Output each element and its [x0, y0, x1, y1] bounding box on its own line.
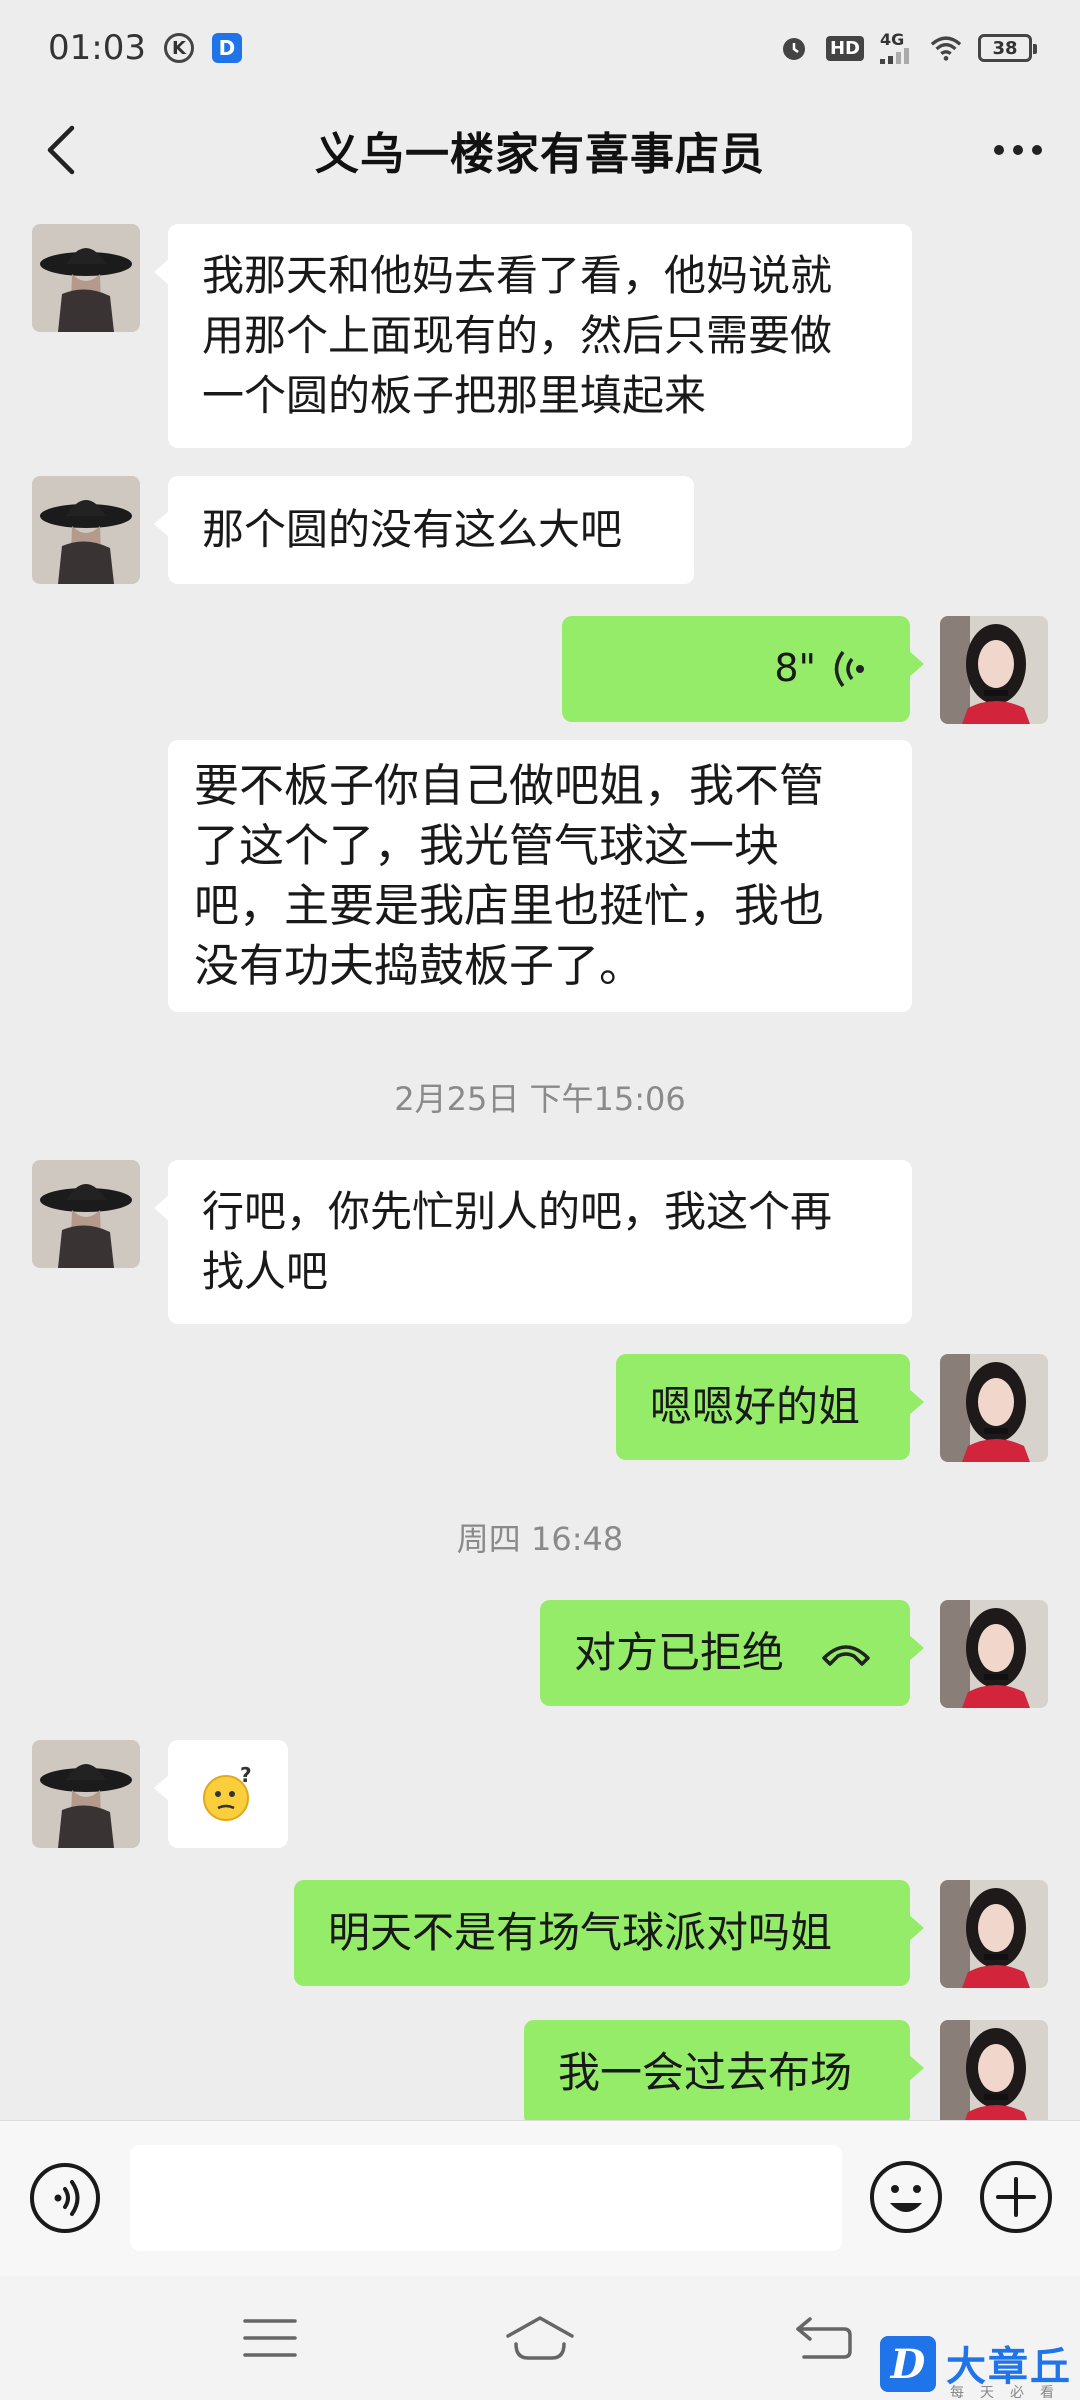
voice-duration: 8" [774, 646, 816, 690]
battery-icon: 38 [978, 34, 1037, 62]
emoji-button[interactable] [868, 2159, 944, 2235]
voice-input-button[interactable] [28, 2161, 102, 2235]
status-left: 01:03 K D [48, 28, 242, 68]
message-bubble-outgoing[interactable]: 我一会过去布场 [524, 2020, 924, 2120]
message-text: 明天不是有场气球派对吗姐 [328, 1908, 833, 1957]
message-text: 嗯嗯好的姐 [650, 1382, 861, 1431]
my-avatar-image [940, 1880, 1048, 1988]
more-dots-icon [994, 145, 1042, 155]
call-record-bubble[interactable]: 对方已拒绝 [540, 1600, 924, 1706]
message-text: 我一会过去布场 [558, 2048, 853, 2097]
k-app-icon: K [163, 33, 194, 63]
more-button[interactable] [986, 118, 1050, 182]
message-text: 那个圆的没有这么大吧 [202, 505, 623, 554]
contact-avatar-image [32, 1740, 140, 1848]
voice-message-bubble[interactable]: 8" [562, 616, 924, 722]
message-bubble-incoming[interactable]: 行吧，你先忙别人的吧，我这个再 找人吧 [154, 1160, 912, 1324]
contact-avatar[interactable] [32, 476, 140, 584]
d-app-icon: D [211, 33, 242, 63]
message-bubble-incoming[interactable]: 要不板子你自己做吧姐，我不管 了这个了，我光管气球这一块 吧，主要是我店里也挺忙… [168, 740, 912, 1012]
return-icon [796, 2317, 852, 2359]
more-actions-button[interactable] [978, 2159, 1054, 2235]
thinking-emoji-icon: ? [203, 1766, 252, 1821]
smiley-icon [870, 2161, 942, 2233]
svg-text:?: ? [240, 1766, 252, 1787]
watermark-tagline: 每天必看 [950, 2385, 1070, 2400]
home-icon [506, 2316, 574, 2360]
my-avatar[interactable] [940, 2020, 1048, 2120]
contact-avatar-image [32, 1160, 140, 1268]
chevron-left-icon [47, 125, 75, 175]
my-avatar[interactable] [940, 1880, 1048, 1988]
message-input[interactable] [130, 2145, 842, 2251]
contact-avatar[interactable] [32, 1740, 140, 1848]
message-bubble-outgoing[interactable]: 嗯嗯好的姐 [616, 1354, 924, 1460]
message-list[interactable]: 我那天和他妈去看了看，他妈说就 用那个上面现有的，然后只需要做 一个圆的板子把那… [0, 204, 1080, 2120]
contact-avatar[interactable] [32, 1160, 140, 1268]
watermark-logo: D 大章丘 每天必看 [876, 2332, 1080, 2400]
chat-title: 义乌一楼家有喜事店员 [315, 129, 765, 180]
title-bar: 义乌一楼家有喜事店员 [0, 96, 1080, 204]
my-avatar-image [940, 616, 1048, 724]
signal-icon: 4G [880, 32, 914, 64]
message-text: 我那天和他妈去看了看，他妈说就 用那个上面现有的，然后只需要做 一个圆的板子把那… [202, 251, 833, 420]
alarm-icon [778, 32, 810, 64]
my-avatar-image [940, 2020, 1048, 2120]
watermark-d-logo: D [880, 2336, 936, 2392]
message-text: 行吧，你先忙别人的吧，我这个再 找人吧 [202, 1187, 833, 1296]
status-time: 01:03 [48, 28, 146, 68]
back-nav-button[interactable] [784, 2306, 864, 2370]
message-bubble-incoming[interactable]: 我那天和他妈去看了看，他妈说就 用那个上面现有的，然后只需要做 一个圆的板子把那… [154, 224, 912, 448]
message-bubble-incoming[interactable]: 那个圆的没有这么大吧 [154, 476, 694, 584]
home-button[interactable] [500, 2306, 580, 2370]
status-bar: 01:03 K D HD 4G 38 [0, 0, 1080, 96]
my-avatar[interactable] [940, 616, 1048, 724]
menu-button[interactable] [230, 2306, 310, 2370]
wifi-icon [930, 32, 962, 64]
input-bar [0, 2120, 1080, 2276]
menu-icon [243, 2319, 297, 2357]
my-avatar[interactable] [940, 1600, 1048, 1708]
my-avatar-image [940, 1600, 1048, 1708]
contact-avatar[interactable] [32, 224, 140, 332]
back-button[interactable] [30, 118, 94, 182]
status-right: HD 4G 38 [778, 32, 1037, 64]
emoji-message-bubble[interactable]: 🤔 ? [154, 1740, 288, 1848]
timestamp-label: 周四 16:48 [456, 1520, 624, 1558]
hangup-icon [822, 1645, 870, 1666]
timestamp-label: 2月25日 下午15:06 [394, 1080, 686, 1118]
hd-icon: HD [825, 35, 864, 61]
my-avatar-image [940, 1354, 1048, 1462]
contact-avatar-image [32, 476, 140, 584]
voice-wave-icon [834, 650, 864, 688]
network-label: 4G [880, 30, 905, 49]
voice-icon [30, 2163, 100, 2233]
message-text: 要不板子你自己做吧姐，我不管 了这个了，我光管气球这一块 吧，主要是我店里也挺忙… [194, 759, 825, 992]
plus-icon [980, 2161, 1052, 2233]
my-avatar[interactable] [940, 1354, 1048, 1462]
message-bubble-outgoing[interactable]: 明天不是有场气球派对吗姐 [294, 1880, 924, 1986]
contact-avatar-image [32, 224, 140, 332]
